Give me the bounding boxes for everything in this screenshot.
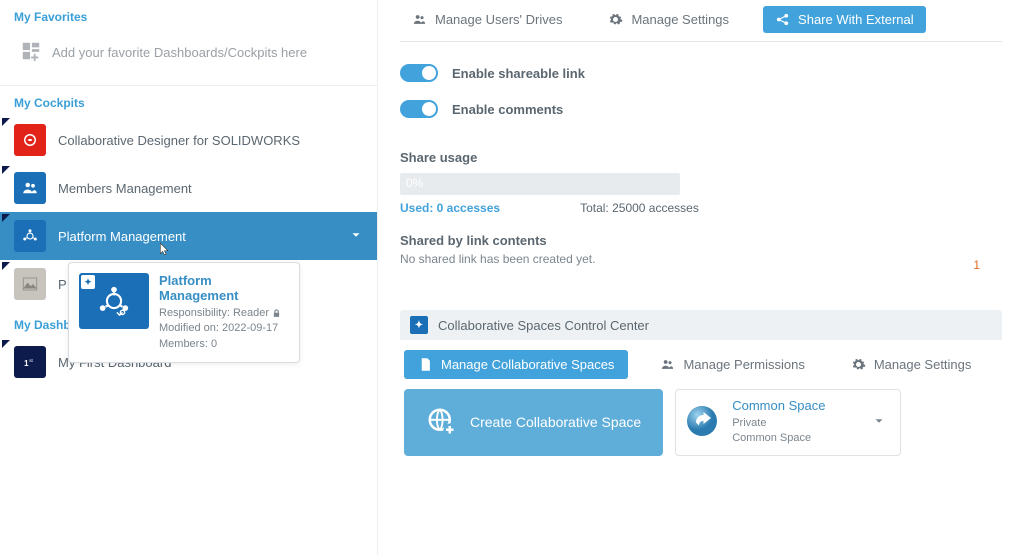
cockpit-label: Members Management (58, 181, 192, 196)
app-tile-icon (14, 172, 46, 204)
panel-tab-label: Manage Settings (874, 357, 972, 372)
tooltip-members: Members: 0 (159, 337, 289, 352)
create-space-label: Create Collaborative Space (470, 414, 641, 430)
cockpits-heading: My Cockpits (0, 86, 377, 116)
document-icon (418, 357, 433, 372)
app-tile-icon (14, 268, 46, 300)
shared-contents-heading: Shared by link contents (400, 233, 1002, 248)
space-title: Common Space (732, 398, 825, 413)
usage-used: Used: 0 accesses (400, 201, 500, 215)
progress-value: 0% (406, 176, 423, 190)
bookmark-icon (2, 262, 10, 270)
favorites-empty-text: Add your favorite Dashboards/Cockpits he… (52, 45, 307, 60)
share-usage-heading: Share usage (400, 150, 1002, 165)
cockpit-tooltip: ✦ Platform Management Responsibility: Re… (68, 262, 300, 363)
share-icon (775, 12, 790, 27)
panel-tab-permissions[interactable]: Manage Permissions (646, 350, 818, 379)
cockpit-item-solidworks[interactable]: Collaborative Designer for SOLIDWORKS (0, 116, 377, 164)
tab-label: Manage Users' Drives (435, 12, 562, 27)
panel-header: ✦ Collaborative Spaces Control Center (400, 310, 1002, 340)
toggle-label: Enable comments (452, 102, 563, 117)
chevron-down-icon (349, 228, 363, 245)
bookmark-icon (2, 118, 10, 126)
tooltip-body: Platform Management Responsibility: Read… (159, 273, 289, 352)
panel-tabbar: Manage Collaborative Spaces Manage Permi… (400, 340, 1002, 389)
ds-badge-icon: ✦ (81, 275, 95, 289)
bookmark-icon (2, 214, 10, 222)
space-info: Common Space Private Common Space (732, 398, 825, 447)
app-tile-icon (14, 124, 46, 156)
chevron-down-icon (872, 414, 886, 431)
panel-tab-label: Manage Collaborative Spaces (441, 357, 614, 372)
add-dashboard-icon (20, 40, 42, 65)
tab-manage-settings[interactable]: Manage Settings (596, 6, 741, 33)
gear-icon (608, 12, 623, 27)
collab-spaces-panel: ✦ Collaborative Spaces Control Center Ma… (400, 310, 1002, 456)
cockpit-item-members[interactable]: Members Management (0, 164, 377, 212)
users-icon (412, 12, 427, 27)
space-card-common[interactable]: Common Space Private Common Space (675, 389, 901, 456)
ds-logo-icon: ✦ (410, 316, 428, 334)
tab-share-external[interactable]: Share With External (763, 6, 926, 33)
svg-text:1: 1 (24, 359, 29, 368)
create-space-button[interactable]: Create Collaborative Space (404, 389, 663, 456)
shared-contents-empty: No shared link has been created yet. (400, 252, 1002, 266)
cockpit-label: Collaborative Designer for SOLIDWORKS (58, 133, 300, 148)
gear-icon (851, 357, 866, 372)
bookmark-icon (2, 340, 10, 348)
globe-plus-icon (426, 406, 456, 439)
tab-label: Manage Settings (631, 12, 729, 27)
tooltip-responsibility: Responsibility: Reader (159, 306, 289, 321)
space-privacy: Private (732, 416, 825, 431)
panel-tab-label: Manage Permissions (683, 357, 804, 372)
panel-title: Collaborative Spaces Control Center (438, 318, 649, 333)
main-content: Manage Users' Drives Manage Settings Sha… (378, 0, 1024, 555)
tooltip-thumbnail: ✦ (79, 273, 149, 329)
toggle-comments[interactable] (400, 100, 438, 118)
lock-icon (272, 307, 281, 319)
app-tile-icon: 1st (14, 346, 46, 378)
cursor-icon (158, 242, 172, 259)
panel-tab-settings[interactable]: Manage Settings (837, 350, 986, 379)
tab-manage-drives[interactable]: Manage Users' Drives (400, 6, 574, 33)
sidebar: My Favorites Add your favorite Dashboard… (0, 0, 378, 555)
favorites-empty[interactable]: Add your favorite Dashboards/Cockpits he… (0, 30, 377, 86)
tab-label: Share With External (798, 12, 914, 27)
top-tabbar: Manage Users' Drives Manage Settings Sha… (400, 0, 1002, 42)
bookmark-icon (2, 166, 10, 174)
panel-tab-spaces[interactable]: Manage Collaborative Spaces (404, 350, 628, 379)
page-indicator: 1 (973, 258, 980, 272)
usage-stats: Used: 0 accesses Total: 25000 accesses (400, 201, 1002, 215)
toggle-label: Enable shareable link (452, 66, 585, 81)
cockpit-label: P (58, 277, 67, 292)
tooltip-modified: Modified on: 2022-09-17 (159, 321, 289, 336)
panel-body: Create Collaborative Space Common Space … (400, 389, 1002, 456)
globe-arrow-icon (684, 403, 720, 442)
usage-total: Total: 25000 accesses (580, 201, 699, 215)
toggle-shareable-link[interactable] (400, 64, 438, 82)
space-name: Common Space (732, 431, 825, 446)
cockpit-item-platform[interactable]: Platform Management (0, 212, 377, 260)
favorites-heading: My Favorites (0, 0, 377, 30)
tooltip-title: Platform Management (159, 273, 289, 303)
toggle-section: Enable shareable link Enable comments (400, 42, 1002, 146)
svg-text:st: st (29, 358, 33, 363)
usage-progress-bar: 0% (400, 173, 680, 195)
app-tile-icon (14, 220, 46, 252)
users-icon (660, 357, 675, 372)
